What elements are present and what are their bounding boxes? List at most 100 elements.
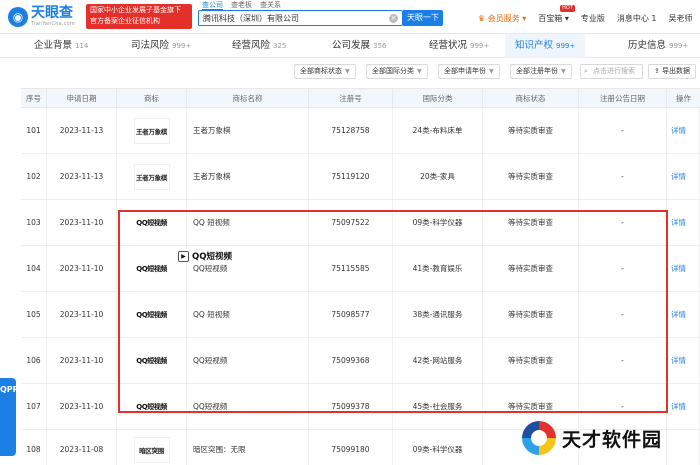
clear-icon[interactable]: × <box>389 14 398 23</box>
trademark-status: 等待实质审查 <box>483 338 579 383</box>
column-header: 国际分类 <box>393 89 483 109</box>
column-header: 注册公告日期 <box>579 89 667 109</box>
promo-banner[interactable]: 国家中小企业发展子基金旗下 官方备案企业征信机构 <box>86 4 192 29</box>
trademark-name: QQ 短视频 <box>187 200 309 245</box>
tab-label: 企业背景 <box>34 40 73 51</box>
chevron-down-icon: ▼ <box>417 68 422 75</box>
search-tab-boss[interactable]: 查老板 <box>231 0 252 10</box>
trademark-image: QQ短视频 <box>117 246 187 291</box>
column-header: 注册号 <box>309 89 393 109</box>
trademark-name: QQ短视频 <box>187 338 309 383</box>
hot-badge: HOT <box>560 4 575 12</box>
export-label: 导出数据 <box>662 67 691 75</box>
row-number: 101 <box>21 108 47 153</box>
tab-operating-status[interactable]: 经营状况 999+ <box>429 34 489 58</box>
qq-trademark-logo: QQ短视频 <box>136 264 167 274</box>
nav-user[interactable]: 吴老师 <box>668 13 692 24</box>
search-button[interactable]: 天眼一下 <box>403 10 443 26</box>
details-link[interactable]: 详情 <box>667 200 700 245</box>
tab-enterprise-background[interactable]: 企业背景 114 <box>34 34 88 58</box>
filter-apply-year[interactable]: 全部申请年份 ▼ <box>438 64 500 79</box>
trademark-name: QQ短视频 <box>187 384 309 429</box>
row-number: 106 <box>21 338 47 383</box>
publication-date: - <box>579 200 667 245</box>
tab-count: 999+ <box>556 42 576 50</box>
column-header: 商标状态 <box>483 89 579 109</box>
tab-label: 公司发展 <box>332 40 371 51</box>
export-button[interactable]: ⇪ 导出数据 <box>648 64 696 79</box>
trademark-name: 暗区突围：无限 <box>187 430 309 465</box>
nav-messages[interactable]: 消息中心 1 <box>617 13 657 24</box>
tab-count: 999+ <box>470 42 490 50</box>
trademark-name: QQ 短视频 <box>187 292 309 337</box>
row-number: 103 <box>21 200 47 245</box>
tab-judicial-risk[interactable]: 司法风险 999+ <box>131 34 191 58</box>
tab-count: 114 <box>75 42 89 50</box>
filter-search-placeholder: 点击进行搜索 <box>593 67 635 75</box>
promo-line-1: 国家中小企业发展子基金旗下 <box>90 6 181 14</box>
trademark-logo-text: QQ短视频 <box>136 264 167 273</box>
international-class: 24类-布料床单 <box>393 108 483 153</box>
apply-date: 2023-11-08 <box>47 430 117 465</box>
section-tabs: 企业背景 114 司法风险 999+ 经营风险 325 公司发展 356 经营状况 999… <box>0 34 700 58</box>
tab-count: 999+ <box>669 42 689 50</box>
filter-search-input[interactable]: ⌕ 点击进行搜索 <box>580 64 643 79</box>
details-link[interactable]: 详情 <box>667 246 700 291</box>
qq-trademark-logo: QQ短视频 <box>136 310 167 320</box>
trademark-status: 等待实质审查 <box>483 246 579 291</box>
filter-bar: 全部商标状态 ▼ 全部国际分类 ▼ 全部申请年份 ▼ 全部注册年份 ▼ ⌕ 点击进行搜索 … <box>0 62 700 82</box>
nav-vip-label: 会员服务 <box>487 13 520 23</box>
international-class: 38类-通讯服务 <box>393 292 483 337</box>
chevron-down-icon: ▼ <box>345 68 350 75</box>
column-header: 商标 <box>117 89 187 109</box>
apply-date: 2023-11-10 <box>47 246 117 291</box>
tab-intellectual-property[interactable]: 知识产权 999+ <box>505 34 586 58</box>
video-tooltip: ▶ QQ短视频 <box>178 249 235 263</box>
table-row: 103 2023-11-10 QQ短视频 QQ 短视频 75097522 09类-科学仪器… <box>21 200 700 246</box>
details-link[interactable]: 详情 <box>667 338 700 383</box>
tab-company-development[interactable]: 公司发展 356 <box>332 34 386 58</box>
search-tab-company[interactable]: 查公司 <box>202 0 223 10</box>
international-class: 41类-教育娱乐 <box>393 246 483 291</box>
nav-toolbox[interactable]: 百宝箱 ▾ HOT <box>538 4 575 24</box>
qq-trademark-logo: QQ短视频 <box>136 356 167 366</box>
search-icon: ⌕ <box>584 67 588 75</box>
watermark: 天才软件园 <box>522 416 692 460</box>
details-link[interactable]: 详情 <box>667 154 700 199</box>
registration-number: 75119120 <box>309 154 393 199</box>
search-mode-tabs: 查公司 查老板 查关系 <box>202 0 289 10</box>
row-number: 107 <box>21 384 47 429</box>
chevron-down-icon: ▼ <box>489 68 494 75</box>
trademark-logo-text: QQ短视频 <box>136 218 167 227</box>
publication-date: - <box>579 292 667 337</box>
filter-register-year[interactable]: 全部注册年份 ▼ <box>510 64 572 79</box>
trademark-status: 等待实质审查 <box>483 200 579 245</box>
tab-count: 325 <box>273 42 287 50</box>
apply-date: 2023-11-13 <box>47 154 117 199</box>
search-input[interactable] <box>203 12 383 24</box>
floating-app-widget[interactable]: QPP <box>0 378 19 456</box>
table-row: 101 2023-11-13 王者万象棋 王者万象棋 75128758 24类-布料床单等… <box>21 108 700 154</box>
registration-number: 75097522 <box>309 200 393 245</box>
top-header: ◉ 天眼查 TianYanCha.com 国家中小企业发展子基金旗下 官方备案企… <box>0 0 700 34</box>
tab-operating-risk[interactable]: 经营风险 325 <box>232 34 286 58</box>
filter-international-class[interactable]: 全部国际分类 ▼ <box>366 64 428 79</box>
international-class: 20类-家具 <box>393 154 483 199</box>
nav-vip-service[interactable]: ♛ 会员服务 ▾ <box>478 13 526 24</box>
tab-history[interactable]: 历史信息 999+ <box>628 34 688 58</box>
trademark-logo-text: QQ短视频 <box>136 356 167 365</box>
international-class: 45类-社会服务 <box>393 384 483 429</box>
nav-pro[interactable]: 专业版 <box>581 13 605 24</box>
tab-count: 999+ <box>172 42 192 50</box>
search-tab-relation[interactable]: 查关系 <box>260 0 281 10</box>
details-link[interactable]: 详情 <box>667 108 700 153</box>
apply-date: 2023-11-10 <box>47 338 117 383</box>
site-logo[interactable]: ◉ 天眼查 TianYanCha.com <box>8 5 84 29</box>
apply-date: 2023-11-10 <box>47 384 117 429</box>
tooltip-label: QQ短视频 <box>192 252 232 262</box>
details-link[interactable]: 详情 <box>667 292 700 337</box>
filter-trademark-status[interactable]: 全部商标状态 ▼ <box>294 64 356 79</box>
tab-label: 经营状况 <box>429 40 468 51</box>
registration-number: 75115585 <box>309 246 393 291</box>
watermark-text: 天才软件园 <box>562 428 663 451</box>
